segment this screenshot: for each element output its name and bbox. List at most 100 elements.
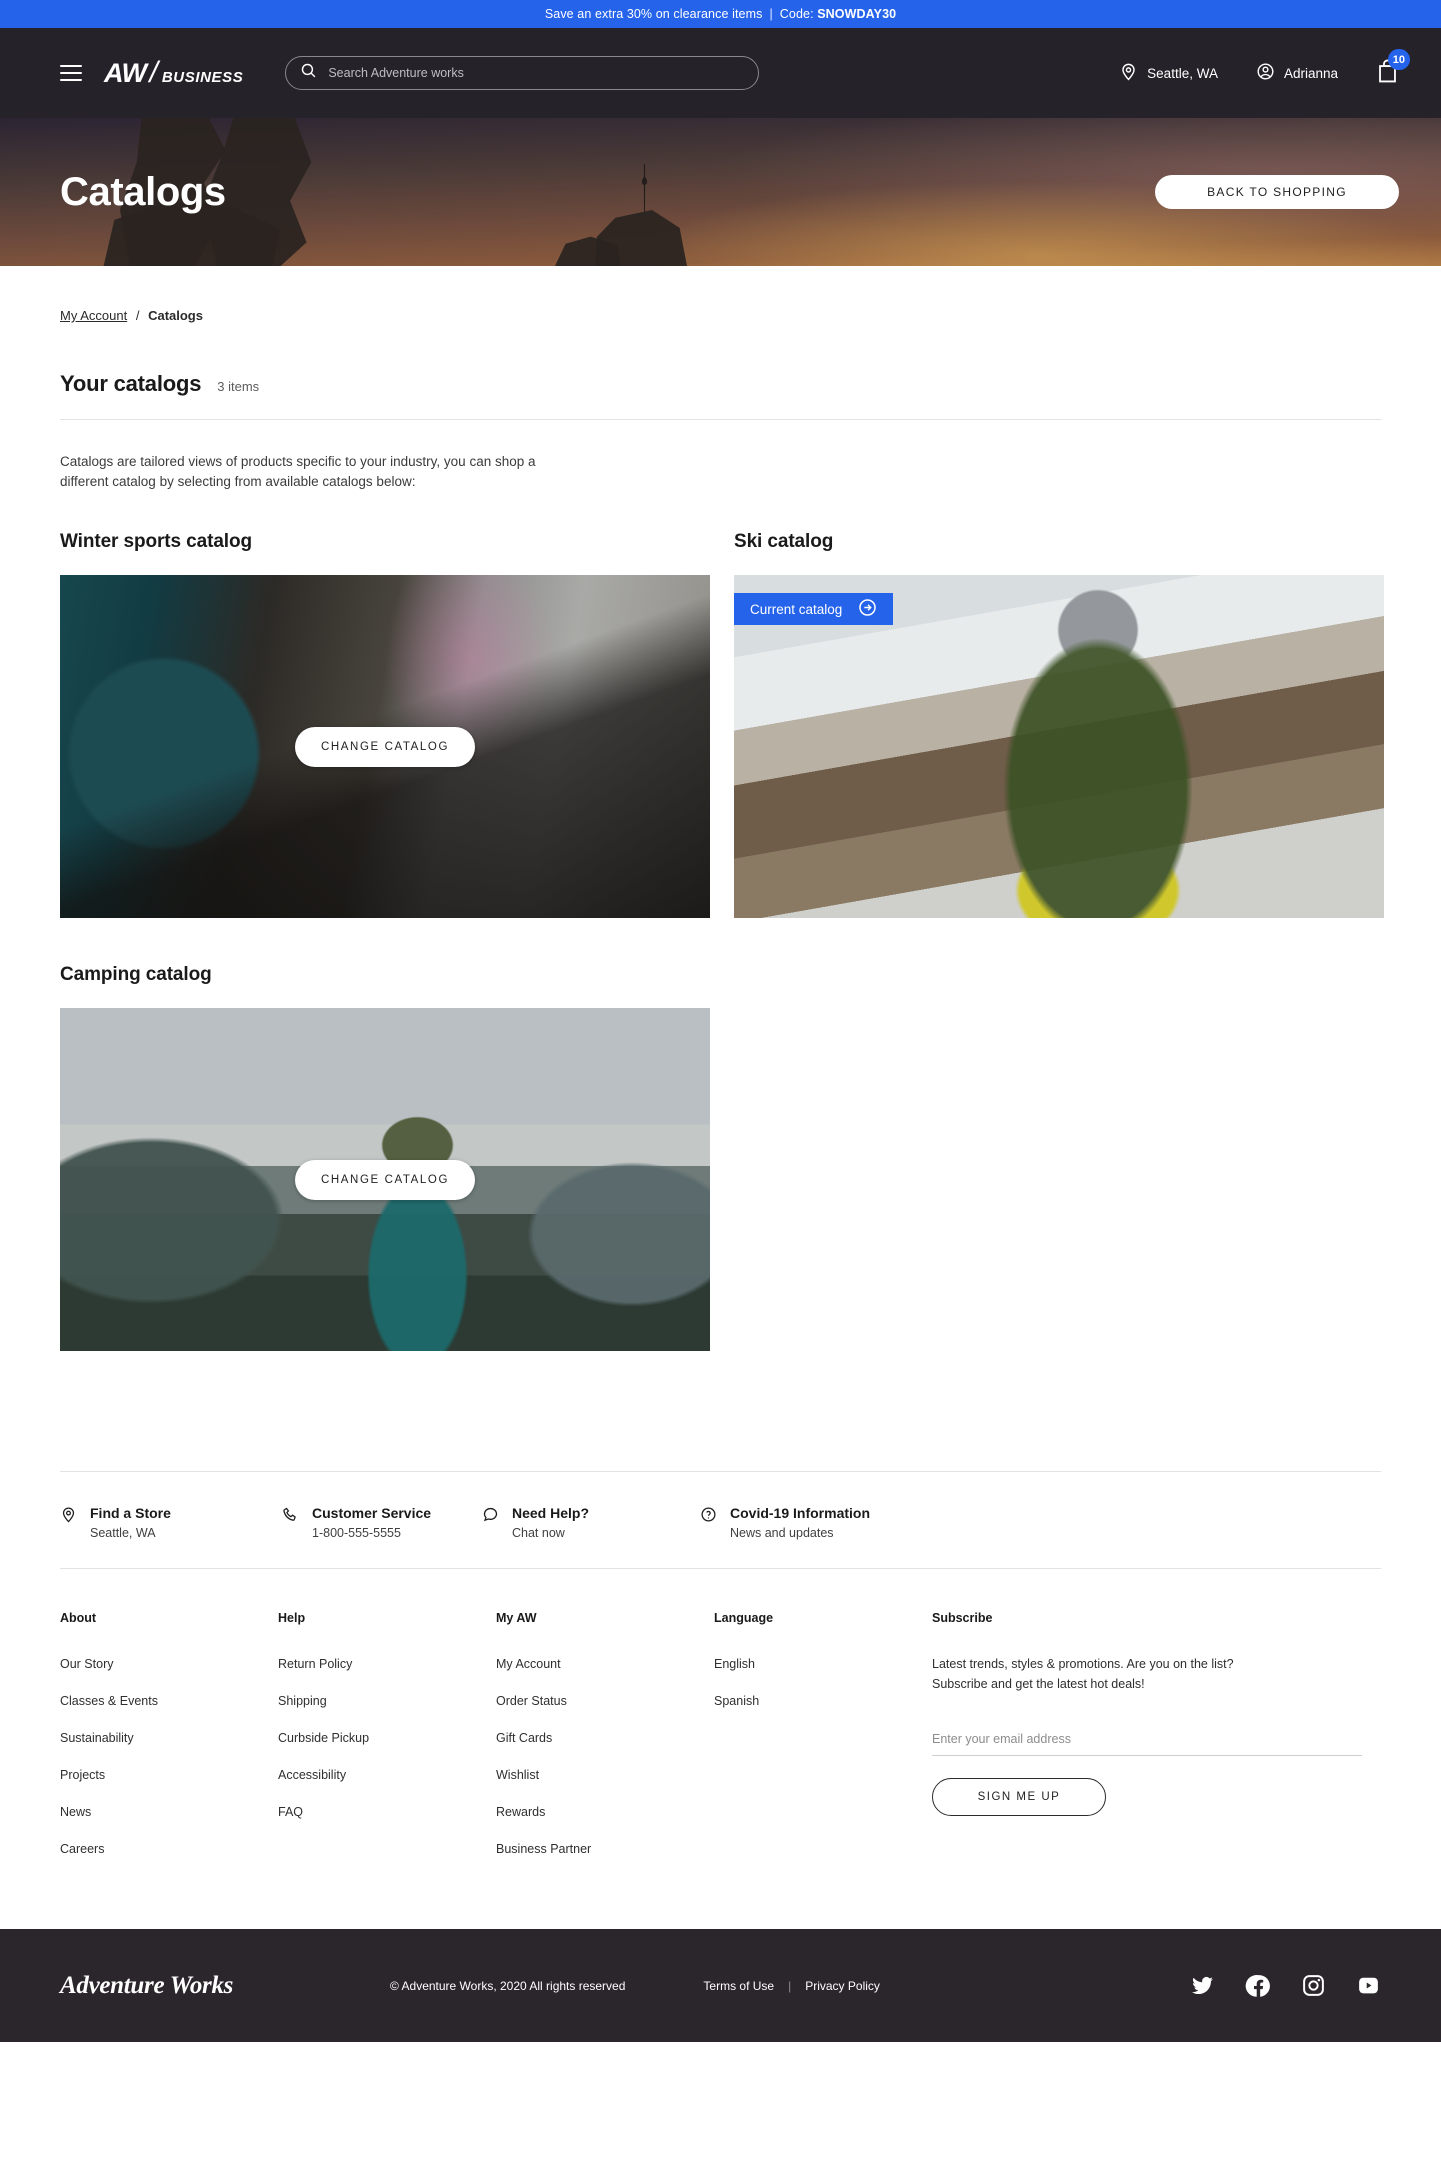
footer-link[interactable]: Projects (60, 1768, 105, 1782)
catalog-title: Winter sports catalog (60, 531, 252, 553)
list-item: News (60, 1803, 278, 1821)
list-item: Wishlist (496, 1766, 714, 1784)
brand-aw-text: AW (104, 58, 147, 88)
privacy-policy-link[interactable]: Privacy Policy (805, 1979, 880, 1993)
catalog-image: Current catalog (734, 575, 1384, 919)
instagram-icon[interactable] (1301, 1973, 1326, 1998)
promo-code: SNOWDAY30 (817, 7, 897, 21)
terms-of-use-link[interactable]: Terms of Use (703, 1979, 774, 1993)
social-links (1190, 1973, 1381, 1999)
footer-link[interactable]: Order Status (496, 1694, 567, 1708)
footer-bottom-bar: Adventure Works © Adventure Works, 2020 … (0, 1929, 1441, 2043)
catalog-image: CHANGE CATALOG (60, 1008, 710, 1352)
footer-link[interactable]: Curbside Pickup (278, 1731, 369, 1745)
service-links-row: Find a Store Seattle, WA Customer Servic… (60, 1471, 1381, 1568)
legal-links-divider: | (788, 1978, 792, 1993)
footer-link[interactable]: Our Story (60, 1657, 114, 1671)
search-icon (300, 62, 317, 84)
location-pin-icon (1119, 62, 1138, 84)
footer-column-help: Help Return Policy Shipping Curbside Pic… (278, 1611, 496, 1877)
find-a-store-link[interactable]: Find a Store Seattle, WA (60, 1504, 282, 1540)
footer-column-heading: Help (278, 1611, 306, 1626)
change-catalog-button[interactable]: CHANGE CATALOG (294, 1159, 476, 1200)
site-header: AW / BUSINESS Seattle, WA (0, 28, 1441, 118)
sign-me-up-button[interactable]: SIGN ME UP (932, 1778, 1106, 1817)
chat-bubble-icon (482, 1506, 499, 1528)
page-title: Catalogs (60, 169, 226, 214)
footer-link[interactable]: Shipping (278, 1694, 327, 1708)
promo-text: Save an extra 30% on clearance items (544, 7, 763, 21)
breadcrumb-my-account-link[interactable]: My Account (60, 308, 127, 323)
subscribe-line-1: Latest trends, styles & promotions. Are … (932, 1657, 1234, 1672)
footer-link[interactable]: Spanish (714, 1694, 759, 1708)
footer-link[interactable]: Classes & Events (60, 1694, 158, 1708)
footer-link[interactable]: Gift Cards (496, 1731, 552, 1745)
header-actions: Seattle, WA Adrianna 10 (1119, 49, 1410, 88)
catalog-title: Camping catalog (60, 964, 212, 986)
facebook-icon[interactable] (1245, 1973, 1271, 1999)
list-item: Our Story (60, 1655, 278, 1673)
legal-links: Terms of Use | Privacy Policy (703, 1979, 880, 1993)
footer-column-about: About Our Story Classes & Events Sustain… (60, 1611, 278, 1877)
promo-separator: | (769, 7, 773, 21)
subscribe-line-2: Subscribe and get the latest hot deals! (932, 1676, 1145, 1691)
catalog-photo (734, 575, 1384, 919)
footer-link[interactable]: Sustainability (60, 1731, 134, 1745)
footer-link[interactable]: English (714, 1657, 755, 1671)
current-catalog-label: Current catalog (750, 601, 843, 617)
back-to-shopping-button[interactable]: BACK TO SHOPPING (1155, 175, 1399, 209)
youtube-icon[interactable] (1356, 1973, 1381, 1998)
catalog-grid: Winter sports catalog CHANGE CATALOG Ski… (60, 531, 1384, 1352)
cart-button[interactable]: 10 (1376, 49, 1410, 88)
current-catalog-badge[interactable]: Current catalog (734, 593, 894, 626)
phone-icon (282, 1506, 299, 1528)
list-item: Shipping (278, 1692, 496, 1710)
account-menu[interactable]: Adrianna (1256, 62, 1338, 84)
location-selector[interactable]: Seattle, WA (1119, 62, 1218, 84)
search-bar[interactable] (285, 56, 760, 90)
footer-link[interactable]: Business Partner (496, 1842, 591, 1856)
footer-link[interactable]: FAQ (278, 1805, 303, 1819)
list-item: Careers (60, 1840, 278, 1858)
footer-link[interactable]: Careers (60, 1842, 104, 1856)
main-content: My Account / Catalogs Your catalogs 3 it… (0, 266, 1441, 1352)
arrow-right-circle-icon (858, 598, 877, 620)
brand-logo[interactable]: AW / BUSINESS (104, 56, 243, 90)
twitter-icon[interactable] (1190, 1973, 1215, 1998)
footer-link[interactable]: Accessibility (278, 1768, 346, 1782)
footer-column-my-aw: My AW My Account Order Status Gift Cards… (496, 1611, 714, 1877)
hero-banner: Catalogs BACK TO SHOPPING (0, 118, 1441, 266)
catalog-card-ski: Ski catalog Current catalog (734, 531, 1384, 919)
copyright-text: © Adventure Works, 2020 All rights reser… (390, 1978, 626, 1993)
change-catalog-button[interactable]: CHANGE CATALOG (294, 726, 476, 767)
list-item: FAQ (278, 1803, 496, 1821)
question-circle-icon (700, 1506, 717, 1528)
footer-column-subscribe: Subscribe Latest trends, styles & promot… (932, 1611, 1381, 1877)
breadcrumb-separator: / (135, 308, 140, 323)
location-label: Seattle, WA (1147, 65, 1218, 81)
customer-service-link[interactable]: Customer Service 1-800-555-5555 (282, 1504, 482, 1540)
covid-information-link[interactable]: Covid-19 Information News and updates (700, 1504, 870, 1540)
menu-icon[interactable] (60, 65, 82, 81)
footer-link[interactable]: Return Policy (278, 1657, 352, 1671)
breadcrumb: My Account / Catalogs (60, 266, 1381, 323)
footer-link[interactable]: Rewards (496, 1805, 545, 1819)
footer-link[interactable]: My Account (496, 1657, 561, 1671)
service-title: Need Help? (512, 1505, 590, 1522)
list-item: Business Partner (496, 1840, 714, 1858)
list-item: Projects (60, 1766, 278, 1784)
list-item: Return Policy (278, 1655, 496, 1673)
footer-link[interactable]: News (60, 1805, 91, 1819)
footer-link[interactable]: Wishlist (496, 1768, 539, 1782)
list-item: My Account (496, 1655, 714, 1673)
location-pin-icon (60, 1506, 77, 1528)
search-input[interactable] (328, 66, 745, 80)
footer-link-columns: About Our Story Classes & Events Sustain… (60, 1568, 1381, 1929)
list-item: Order Status (496, 1692, 714, 1710)
need-help-link[interactable]: Need Help? Chat now (482, 1504, 700, 1540)
list-item: Classes & Events (60, 1692, 278, 1710)
promo-code-label: Code: (779, 7, 814, 21)
brand-business-text: BUSINESS (161, 69, 244, 86)
section-intro: Catalogs are tailored views of products … (60, 452, 590, 491)
email-input[interactable] (932, 1732, 1362, 1747)
